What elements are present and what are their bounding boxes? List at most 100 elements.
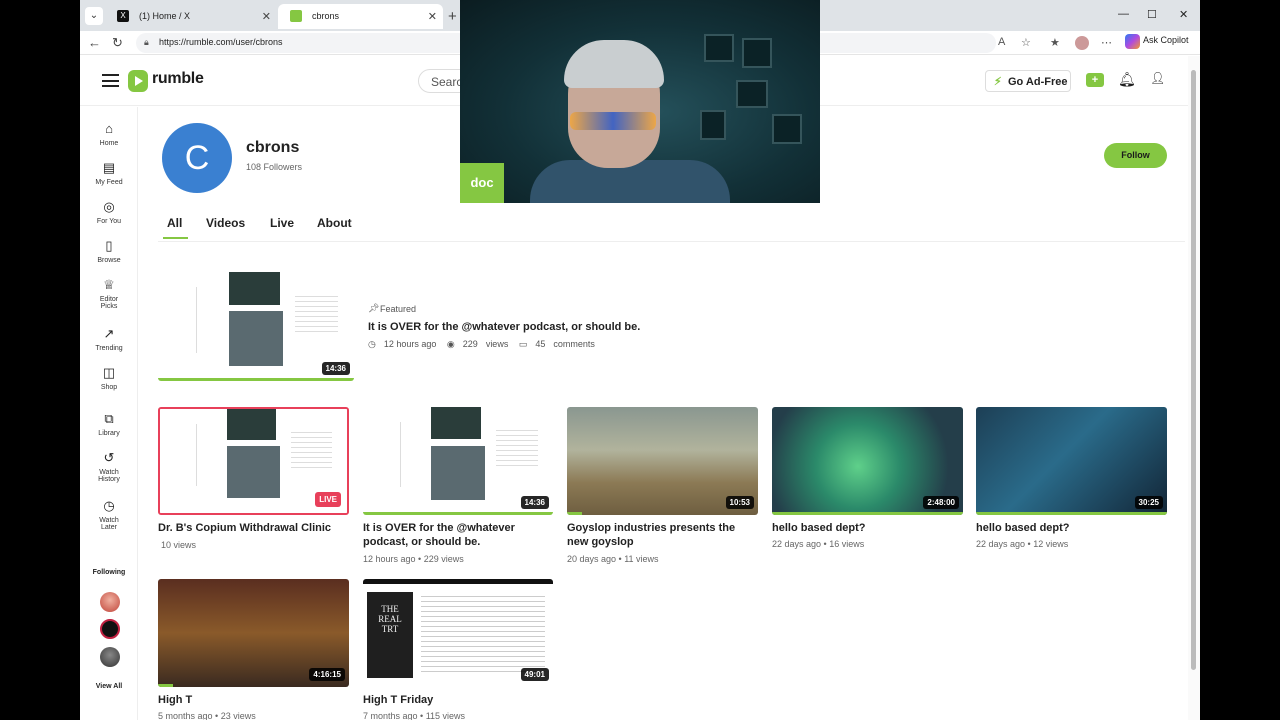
person-glasses [570,112,656,130]
following-channel-avatar[interactable] [100,619,120,639]
more-menu-icon[interactable]: ⋯ [1101,36,1112,49]
following-channel-avatar[interactable] [100,592,120,612]
wall-certificate-image [704,34,734,62]
browse-icon: ▯ [105,238,113,253]
rumble-icon [290,10,302,22]
tab-all[interactable]: All [162,216,189,239]
tab-label: cbrons [312,11,340,21]
close-icon[interactable]: ✕ [428,10,437,23]
person-hair [564,40,664,88]
pin-icon: 📌︎ [368,303,380,313]
video-title[interactable]: hello based dept? [772,521,963,535]
sidebar-item-label: Watch History [98,469,120,483]
doc-badge: doc [460,163,504,203]
video-title[interactable]: hello based dept? [976,521,1167,535]
sidebar-item-home[interactable]: ⌂ Home [80,121,138,147]
video-thumbnail[interactable]: LIVE [158,407,349,515]
go-ad-free-button[interactable]: ⚡︎ Go Ad-Free [985,70,1071,92]
video-thumbnail[interactable]: 30:25 [976,407,1167,515]
history-icon: ↺ [103,450,115,465]
sidebar-item-library[interactable]: ⧉ Library [80,411,138,437]
trophy-icon: ♕ [103,277,115,292]
shop-icon: ◫ [102,365,116,380]
video-meta: 22 days ago • 12 views [976,539,1069,549]
live-badge: LIVE [315,492,341,507]
copilot-button[interactable]: Ask Copilot [1125,34,1189,49]
sidebar-item-for-you[interactable]: ◎ For You [80,199,138,225]
tab-cbrons[interactable]: cbrons ✕ [278,4,443,29]
tab-actions-icon[interactable]: ⌄ [85,7,103,25]
profile-avatar[interactable] [1075,36,1089,50]
wall-certificate-image [700,110,726,140]
x-logo-icon: X [117,10,129,22]
copilot-icon [1125,34,1140,49]
read-aloud-icon[interactable]: A [998,36,1005,48]
video-duration: 30:25 [1134,496,1163,509]
rumble-logo-icon [128,70,148,92]
sidebar-item-label: My Feed [95,179,123,186]
video-thumbnail[interactable]: THE REAL TRT 49:01 [363,579,553,687]
upload-video-icon[interactable]: + [1086,73,1104,87]
tab-live[interactable]: Live [270,216,294,230]
new-tab-icon[interactable]: + [448,8,457,25]
video-title[interactable]: It is OVER for the @whatever podcast, or… [363,521,553,549]
sidebar-item-label: For You [96,218,122,225]
video-title[interactable]: High T [158,693,349,707]
rumble-logo[interactable]: rumble [128,70,204,92]
video-meta: 7 months ago • 115 views [363,711,466,720]
sidebar-item-label: Library [98,430,120,437]
close-icon[interactable]: ✕ [262,10,271,23]
video-title[interactable]: Dr. B's Copium Withdrawal Clinic [158,521,349,535]
favorites-icon[interactable]: ★ [1050,36,1060,49]
tab-about[interactable]: About [317,216,352,230]
video-duration: 4:16:15 [309,668,345,681]
tab-videos[interactable]: Videos [206,216,245,230]
page-scrollbar[interactable] [1188,56,1200,720]
left-sidebar: ⌂ Home ▤ My Feed ◎ For You ▯ Browse ♕ Ed… [80,107,138,720]
lightning-icon: ⚡︎ [994,76,1002,88]
video-title[interactable]: Goyslop industries presents the new goys… [567,521,758,549]
scrollbar-thumb[interactable] [1191,70,1196,670]
bell-icon[interactable]: 🔔︎ [1118,71,1136,88]
sidebar-item-watch-later[interactable]: ◷ Watch Later [80,498,138,531]
book-cover-image: THE REAL TRT [367,592,413,678]
video-duration: 2:48:00 [923,496,959,509]
minimize-icon[interactable]: — [1118,8,1129,20]
sidebar-item-watch-history[interactable]: ↺ Watch History [80,450,138,483]
follow-button[interactable]: Follow [1104,143,1167,168]
views-word: views [485,339,509,349]
view-all-following-link[interactable]: View All [80,683,138,690]
video-thumbnail[interactable]: 4:16:15 [158,579,349,687]
webcam-overlay: doc [460,0,820,203]
video-title[interactable]: High T Friday [363,693,553,707]
comments-word: comments [553,339,595,349]
video-thumbnail[interactable]: 14:36 [363,407,553,515]
following-channel-avatar[interactable] [100,647,120,667]
refresh-icon[interactable]: ↻ [112,35,123,51]
sidebar-item-editor-picks[interactable]: ♕ Editor Picks [80,277,138,310]
back-icon[interactable]: ← [88,35,101,50]
sidebar-item-shop[interactable]: ◫ Shop [80,365,138,391]
watch-progress-bar [567,512,583,515]
video-duration: 49:01 [520,668,549,681]
lock-icon: 🔒︎ [144,37,149,47]
tab-x-home[interactable]: X (1) Home / X ✕ [105,4,277,29]
wall-certificate-image [742,38,772,68]
sidebar-item-browse[interactable]: ▯ Browse [80,238,138,264]
user-icon[interactable]: 👤︎ [1150,71,1165,85]
video-thumbnail[interactable]: 10:53 [567,407,758,515]
clock-icon: ◷ [103,498,115,513]
watch-progress-bar [976,512,1167,515]
sidebar-item-label: Watch Later [99,517,119,531]
sidebar-item-trending[interactable]: ↗ Trending [80,326,138,352]
featured-video-thumbnail[interactable]: 14:36 [158,272,354,381]
sidebar-item-my-feed[interactable]: ▤ My Feed [80,160,138,186]
video-thumbnail[interactable]: 2:48:00 [772,407,963,515]
video-meta: 20 days ago • 11 views [567,554,659,564]
featured-video-title[interactable]: It is OVER for the @whatever podcast, or… [368,321,640,333]
hamburger-menu-icon[interactable] [102,74,119,87]
maximize-icon[interactable]: ☐ [1147,8,1157,21]
favorite-star-icon[interactable]: ☆ [1021,36,1031,49]
following-heading: Following [92,569,126,576]
window-close-icon[interactable]: ✕ [1179,8,1188,21]
